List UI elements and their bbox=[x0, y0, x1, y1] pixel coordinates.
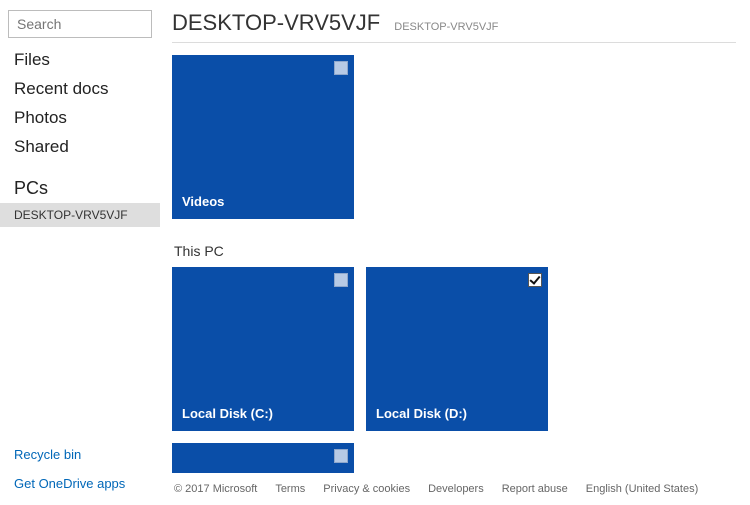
footer-link-terms[interactable]: Terms bbox=[275, 483, 305, 495]
nav-list: Files Recent docs Photos Shared bbox=[0, 46, 160, 168]
footer-link-language[interactable]: English (United States) bbox=[586, 483, 699, 495]
tile-checkbox[interactable] bbox=[334, 449, 348, 463]
tile-checkbox[interactable] bbox=[334, 273, 348, 287]
tile-videos[interactable]: Videos bbox=[172, 55, 354, 219]
search-input[interactable] bbox=[8, 10, 152, 38]
tile-label: Local Disk (D:) bbox=[376, 406, 467, 421]
nav-item-recent-docs[interactable]: Recent docs bbox=[0, 75, 160, 104]
content: Videos This PC Local Disk (C:) Local Dis… bbox=[172, 43, 736, 473]
footer-link-privacy[interactable]: Privacy & cookies bbox=[323, 483, 410, 495]
page-title: DESKTOP-VRV5VJF bbox=[172, 10, 380, 36]
tile-local-disk-d[interactable]: Local Disk (D:) bbox=[366, 267, 548, 431]
tile-removable-disk-e[interactable]: Removable Disk (E:) bbox=[172, 443, 354, 473]
main: DESKTOP-VRV5VJF DESKTOP-VRV5VJF Videos T… bbox=[160, 0, 750, 505]
footer-copyright: © 2017 Microsoft bbox=[174, 483, 257, 495]
sidebar-links: Recycle bin Get OneDrive apps bbox=[0, 447, 160, 505]
nav-item-photos[interactable]: Photos bbox=[0, 104, 160, 133]
tile-checkbox[interactable] bbox=[334, 61, 348, 75]
sidebar-spacer bbox=[0, 227, 160, 447]
page-header: DESKTOP-VRV5VJF DESKTOP-VRV5VJF bbox=[172, 10, 736, 43]
tile-label: Local Disk (C:) bbox=[182, 406, 273, 421]
page-subtitle: DESKTOP-VRV5VJF bbox=[394, 21, 498, 33]
recycle-bin-link[interactable]: Recycle bin bbox=[14, 447, 146, 462]
nav-item-shared[interactable]: Shared bbox=[0, 133, 160, 162]
search-wrap bbox=[0, 0, 160, 46]
this-pc-header: This PC bbox=[174, 243, 736, 259]
pc-item[interactable]: DESKTOP-VRV5VJF bbox=[0, 203, 160, 227]
pcs-header: PCs bbox=[0, 168, 160, 203]
nav-item-files[interactable]: Files bbox=[0, 46, 160, 75]
tile-checkbox[interactable] bbox=[528, 273, 542, 287]
get-onedrive-link[interactable]: Get OneDrive apps bbox=[14, 476, 146, 491]
footer: © 2017 Microsoft Terms Privacy & cookies… bbox=[172, 473, 736, 505]
sidebar: Files Recent docs Photos Shared PCs DESK… bbox=[0, 0, 160, 505]
this-pc-tiles: Local Disk (C:) Local Disk (D:) Removabl… bbox=[172, 267, 736, 473]
tile-local-disk-c[interactable]: Local Disk (C:) bbox=[172, 267, 354, 431]
tile-label: Videos bbox=[182, 194, 224, 209]
app-root: Files Recent docs Photos Shared PCs DESK… bbox=[0, 0, 750, 505]
library-tiles: Videos bbox=[172, 55, 736, 219]
footer-link-report-abuse[interactable]: Report abuse bbox=[502, 483, 568, 495]
footer-link-developers[interactable]: Developers bbox=[428, 483, 484, 495]
